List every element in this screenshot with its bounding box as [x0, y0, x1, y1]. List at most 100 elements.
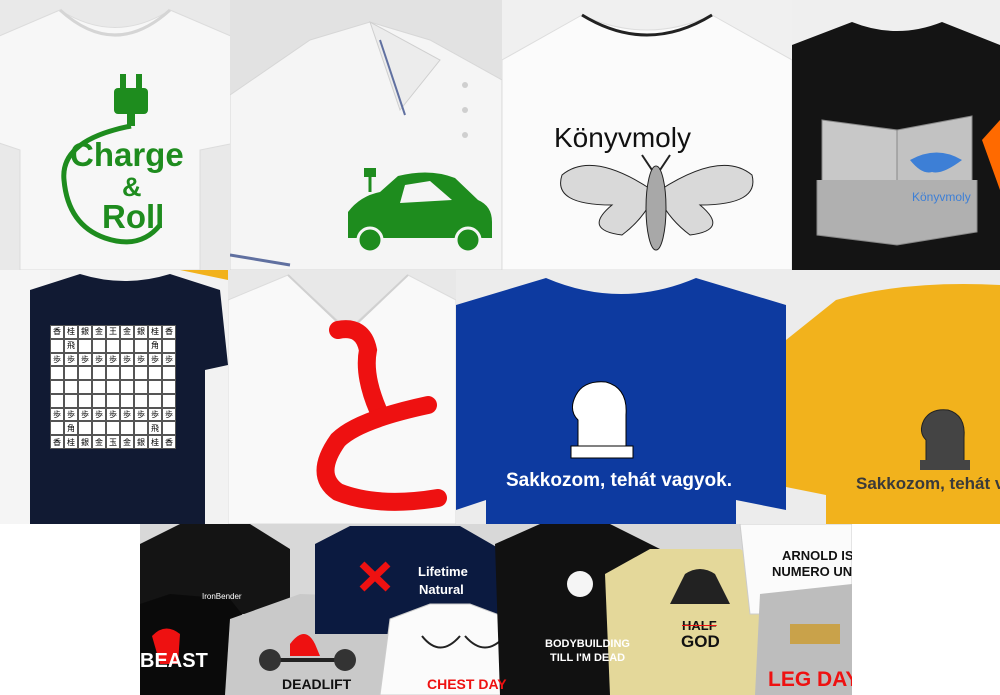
shogi-cell: 香: [50, 435, 64, 449]
shogi-cell: [120, 393, 134, 408]
shogi-board: 香桂銀金王金銀桂香飛角歩歩歩歩歩歩歩歩歩歩歩歩歩歩歩歩歩歩角飛香桂銀金玉金銀桂香: [50, 325, 176, 449]
shogi-cell: [78, 380, 92, 394]
deadlift-label: DEADLIFT: [282, 676, 352, 692]
lifetime-label-1: Lifetime: [418, 564, 468, 579]
tshirt-shogi-board[interactable]: 香桂銀金王金銀桂香飛角歩歩歩歩歩歩歩歩歩歩歩歩歩歩歩歩歩歩角飛香桂銀金玉金銀桂香: [0, 270, 228, 524]
shogi-cell: [120, 366, 134, 381]
shogi-cell: [134, 338, 148, 353]
shogi-cell: 歩: [148, 352, 162, 367]
shogi-cell: 飛: [148, 421, 162, 436]
tshirt-chess-navy[interactable]: Sakkozom, tehát vagyok.: [456, 270, 786, 524]
tshirt-konyvmoly-book[interactable]: Könyvmoly: [792, 0, 1000, 270]
shogi-cell: [64, 393, 78, 408]
shogi-cell: 銀: [78, 325, 92, 339]
shogi-cell: 金: [92, 325, 106, 339]
shogi-cell: 銀: [134, 325, 148, 339]
shogi-cell: [120, 380, 134, 394]
shogi-cell: 玉: [106, 435, 120, 449]
shogi-cell: 香: [50, 325, 64, 339]
moth-title: Könyvmoly: [554, 122, 691, 153]
tshirt-red-character[interactable]: [228, 270, 456, 524]
leg-day-label: LEG DAY: [768, 668, 852, 691]
shogi-cell: 歩: [78, 352, 92, 367]
shogi-cell: [148, 380, 162, 394]
shogi-cell: 金: [120, 435, 134, 449]
shogi-cell: [78, 338, 92, 353]
half-label: HALF: [682, 618, 717, 633]
shogi-cell: [78, 393, 92, 408]
shogi-cell: [162, 380, 176, 394]
shogi-cell: [50, 393, 64, 408]
white-vneck-shape: [228, 274, 456, 524]
charge-line3: Roll: [102, 198, 165, 235]
shogi-cell: 歩: [64, 407, 78, 422]
shogi-cell: [92, 366, 106, 381]
chess-navy-text: Sakkozom, tehát vagyok.: [506, 470, 732, 491]
shogi-cell: 角: [64, 421, 78, 436]
shogi-cell: [50, 421, 64, 436]
shogi-cell: [134, 380, 148, 394]
shogi-cell: [162, 366, 176, 381]
shogi-cell: 歩: [120, 352, 134, 367]
shogi-cell: [106, 366, 120, 381]
bodybuilding-label-1: BODYBUILDING: [545, 638, 630, 650]
black-tshirt-shape: [792, 22, 1000, 270]
shogi-cell: [162, 421, 176, 436]
beast-label: BEAST: [140, 650, 208, 672]
chest-day-label: CHEST DAY: [427, 676, 507, 692]
shogi-cell: 歩: [162, 407, 176, 422]
shogi-cell: 歩: [134, 352, 148, 367]
shogi-cell: 歩: [50, 352, 64, 367]
shogi-cell: 桂: [148, 325, 162, 339]
ironbender-label: IronBender: [202, 592, 242, 601]
tshirt-chess-gold[interactable]: Sakkozom, tehát va: [786, 270, 1000, 524]
bodybuilding-label-2: TILL I'M DEAD: [550, 652, 626, 664]
shogi-cell: 歩: [50, 407, 64, 422]
tshirt-charge-and-roll[interactable]: Charge & Roll: [0, 0, 230, 270]
shogi-cell: [120, 421, 134, 436]
shogi-cell: [64, 380, 78, 394]
arnold-label-1: ARNOLD IS: [782, 548, 852, 563]
shogi-cell: 桂: [148, 435, 162, 449]
arnold-label-2: NUMERO UN: [772, 564, 852, 579]
shogi-cell: [92, 338, 106, 353]
shogi-cell: [134, 393, 148, 408]
shogi-cell: [106, 393, 120, 408]
shogi-cell: 歩: [92, 352, 106, 367]
shogi-cell: 桂: [64, 325, 78, 339]
fitness-collage[interactable]: IronBender BEAST DEADLIFT Lifetime Natur…: [140, 524, 852, 695]
shogi-cell: [92, 393, 106, 408]
shogi-cell: [148, 366, 162, 381]
shogi-cell: [106, 338, 120, 353]
shogi-cell: 歩: [106, 407, 120, 422]
shogi-cell: [106, 421, 120, 436]
shogi-cell: [148, 393, 162, 408]
polo-electric-car[interactable]: [230, 0, 502, 270]
shogi-cell: [78, 421, 92, 436]
shogi-cell: 銀: [78, 435, 92, 449]
book-title: Könyvmoly: [912, 190, 971, 204]
shogi-cell: 歩: [134, 407, 148, 422]
shogi-cell: [162, 338, 176, 353]
shogi-cell: 歩: [148, 407, 162, 422]
tshirt-konyvmoly-moth[interactable]: Könyvmoly: [502, 0, 792, 270]
shogi-cell: 香: [162, 325, 176, 339]
shogi-cell: 歩: [120, 407, 134, 422]
shogi-cell: [78, 366, 92, 381]
shogi-cell: [64, 366, 78, 381]
shogi-cell: [134, 421, 148, 436]
shogi-cell: [120, 338, 134, 353]
shogi-cell: 飛: [64, 338, 78, 353]
shogi-cell: 角: [148, 338, 162, 353]
shogi-cell: 桂: [64, 435, 78, 449]
chess-gold-text: Sakkozom, tehát va: [856, 474, 1000, 493]
shogi-cell: 金: [120, 325, 134, 339]
shogi-cell: [50, 338, 64, 353]
shogi-cell: 歩: [162, 352, 176, 367]
shogi-cell: [92, 380, 106, 394]
shogi-cell: [106, 380, 120, 394]
shogi-cell: 歩: [92, 407, 106, 422]
shogi-cell: [50, 366, 64, 381]
shogi-cell: 歩: [64, 352, 78, 367]
shogi-cell: [92, 421, 106, 436]
